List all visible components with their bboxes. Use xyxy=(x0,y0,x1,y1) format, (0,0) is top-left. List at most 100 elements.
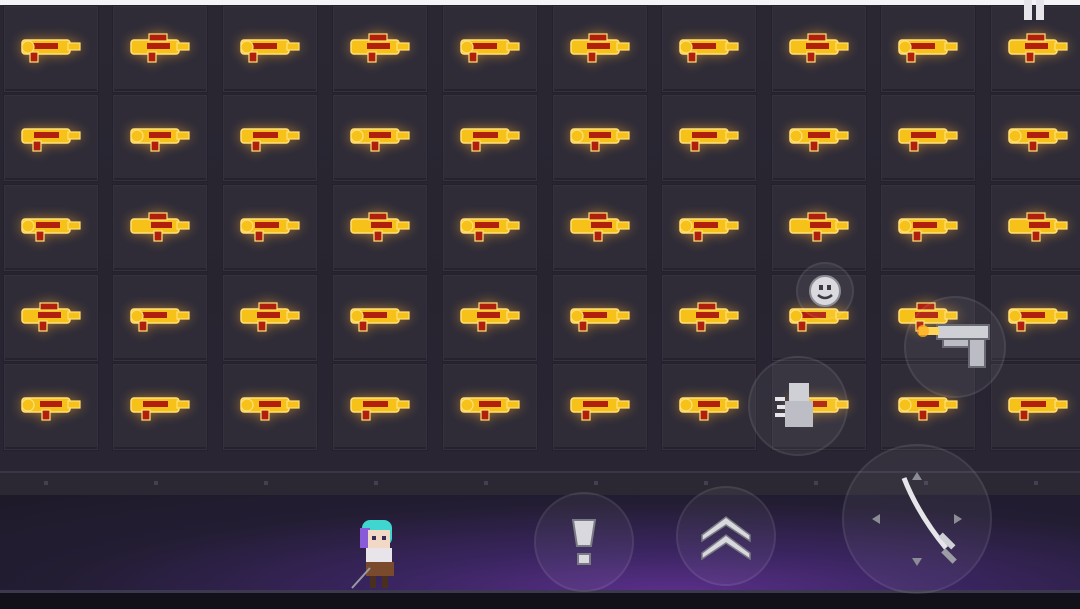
ledge-rivet xyxy=(44,481,48,485)
ring-blaster-weapon[interactable] xyxy=(345,30,413,64)
serpent-rifle-weapon[interactable] xyxy=(125,209,193,243)
heavy-cannon-weapon[interactable] xyxy=(1003,30,1071,64)
weapon-slot xyxy=(442,184,538,272)
hook-pistol-weapon[interactable] xyxy=(674,119,742,153)
sleek-pistol-weapon[interactable] xyxy=(235,209,303,243)
dragon-rifle-weapon[interactable] xyxy=(125,30,193,64)
weapon-slot xyxy=(222,5,318,93)
long-pistol-weapon[interactable] xyxy=(455,388,523,422)
battery-gun-weapon[interactable] xyxy=(235,388,303,422)
crank-blaster-weapon[interactable] xyxy=(455,299,523,333)
pause-icon-bar xyxy=(1036,0,1044,20)
jump-button[interactable] xyxy=(676,486,776,586)
horn-blaster-weapon[interactable] xyxy=(455,209,523,243)
weapon-slot xyxy=(222,363,318,451)
pause-button[interactable] xyxy=(1022,0,1050,22)
weapon-slot xyxy=(552,274,648,362)
gold-key-weapon[interactable] xyxy=(235,119,303,153)
weapon-slot xyxy=(3,184,99,272)
ledge-rivet xyxy=(594,481,598,485)
weapon-slot xyxy=(771,94,867,182)
interact-button[interactable] xyxy=(534,492,634,592)
spiked-rifle-weapon[interactable] xyxy=(565,299,633,333)
wing-rifle-weapon[interactable] xyxy=(125,299,193,333)
weapon-slot xyxy=(112,5,208,93)
weapon-wall xyxy=(0,5,1080,483)
gatling-cannon-weapon[interactable] xyxy=(125,119,193,153)
weapon-slot xyxy=(332,274,428,362)
ledge-rivet xyxy=(264,481,268,485)
weapon-slot xyxy=(771,184,867,272)
keyblade-gun-weapon[interactable] xyxy=(16,30,84,64)
weapon-slot xyxy=(442,94,538,182)
arrow-launcher-weapon[interactable] xyxy=(784,209,852,243)
emote-button[interactable] xyxy=(796,262,854,320)
weapon-swap-button[interactable] xyxy=(904,296,1006,398)
weapon-slot xyxy=(112,94,208,182)
weapon-slot xyxy=(990,184,1080,272)
tube-rifle-weapon[interactable] xyxy=(16,299,84,333)
square-cannon-weapon[interactable] xyxy=(16,209,84,243)
bullet-gun-weapon[interactable] xyxy=(893,209,961,243)
winged-cannon-weapon[interactable] xyxy=(674,30,742,64)
weapon-slot xyxy=(880,94,976,182)
weapon-slot xyxy=(222,94,318,182)
weapon-slot xyxy=(332,94,428,182)
snake-rifle-weapon[interactable] xyxy=(16,388,84,422)
bolt-rifle-weapon[interactable] xyxy=(565,119,633,153)
fish-gun-weapon[interactable] xyxy=(16,119,84,153)
crate-gun-weapon[interactable] xyxy=(1003,119,1071,153)
dragon-cannon-weapon[interactable] xyxy=(1003,209,1071,243)
weapon-slot xyxy=(112,363,208,451)
pause-icon xyxy=(1024,0,1032,20)
character-skill-icon xyxy=(775,383,813,427)
long-rifle-weapon[interactable] xyxy=(345,119,413,153)
dome-blaster-weapon[interactable] xyxy=(784,30,852,64)
weapon-slot xyxy=(222,184,318,272)
smiley-icon xyxy=(809,275,841,307)
beast-rifle-weapon[interactable] xyxy=(345,209,413,243)
weapon-slot xyxy=(112,184,208,272)
weapon-slot xyxy=(3,363,99,451)
weapon-slot xyxy=(880,5,976,93)
gold-blaster-weapon[interactable] xyxy=(235,30,303,64)
slash-cannon-weapon[interactable] xyxy=(565,209,633,243)
coil-blaster-weapon[interactable] xyxy=(345,388,413,422)
striped-rifle-weapon[interactable] xyxy=(784,119,852,153)
weapon-slot xyxy=(222,274,318,362)
attack-button[interactable] xyxy=(842,444,992,594)
ledge-rivet xyxy=(814,481,818,485)
grenade-gun-weapon[interactable] xyxy=(674,388,742,422)
ledge-rivet xyxy=(154,481,158,485)
pistol-icon xyxy=(917,324,990,368)
gold-pistol-weapon[interactable] xyxy=(455,30,523,64)
slanted-blaster-weapon[interactable] xyxy=(235,299,303,333)
flame-gun-weapon[interactable] xyxy=(674,299,742,333)
capsule-gun-weapon[interactable] xyxy=(455,119,523,153)
twin-barrel-rifle-weapon[interactable] xyxy=(565,30,633,64)
triple-blaster-weapon[interactable] xyxy=(1003,388,1071,422)
weapon-slot xyxy=(3,5,99,93)
skill-button[interactable] xyxy=(748,356,848,456)
star-gun-weapon[interactable] xyxy=(893,119,961,153)
ledge-rivet xyxy=(484,481,488,485)
sword-icon xyxy=(872,472,962,566)
guitar-gun-weapon[interactable] xyxy=(565,388,633,422)
weapon-slot xyxy=(661,363,757,451)
weapon-slot xyxy=(552,94,648,182)
weapon-slot xyxy=(3,274,99,362)
drill-rifle-weapon[interactable] xyxy=(125,388,193,422)
shark-gun-weapon[interactable] xyxy=(1003,299,1071,333)
barrel-gun-weapon[interactable] xyxy=(345,299,413,333)
weapon-slot xyxy=(990,94,1080,182)
weapon-slot xyxy=(771,5,867,93)
weapon-slot xyxy=(442,274,538,362)
weapon-slot xyxy=(880,184,976,272)
claw-rifle-weapon[interactable] xyxy=(893,30,961,64)
double-chevron-up-icon xyxy=(701,516,751,561)
weapon-slot xyxy=(661,94,757,182)
ledge-rivet xyxy=(704,481,708,485)
weapon-slot xyxy=(442,363,538,451)
weapon-slot xyxy=(332,184,428,272)
orb-blaster-weapon[interactable] xyxy=(674,209,742,243)
